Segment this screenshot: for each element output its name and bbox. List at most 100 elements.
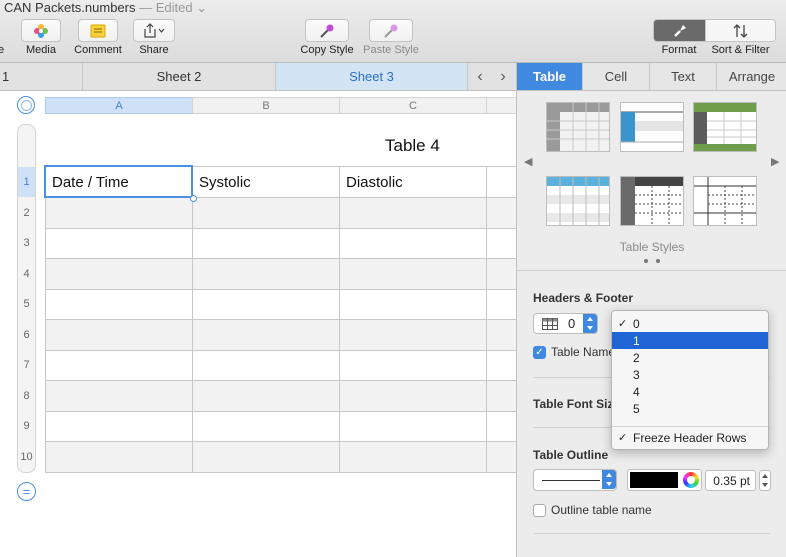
table-cell[interactable]	[487, 320, 516, 351]
table-cell[interactable]	[193, 381, 340, 412]
sheet-tab-sheet-3[interactable]: Sheet 3	[276, 63, 468, 90]
table-cell[interactable]	[340, 442, 487, 473]
column-header-a[interactable]: A	[45, 97, 193, 114]
table-cell[interactable]	[340, 381, 487, 412]
table-cell[interactable]	[193, 259, 340, 290]
table-cell[interactable]	[487, 381, 516, 412]
table-cell[interactable]	[46, 442, 193, 473]
table-cell[interactable]	[340, 411, 487, 442]
select-table-handle-icon[interactable]	[17, 96, 35, 114]
table-cell[interactable]	[487, 290, 516, 320]
menu-item-3[interactable]: 3	[612, 366, 768, 383]
table-cell[interactable]	[46, 289, 193, 320]
table-cell[interactable]	[46, 228, 193, 259]
row-header-4[interactable]: 4	[18, 259, 35, 289]
outline-color-well[interactable]	[627, 469, 702, 491]
sort-filter-button[interactable]	[705, 20, 775, 41]
row-header-7[interactable]: 7	[18, 350, 35, 380]
table-cell[interactable]	[487, 167, 516, 198]
row-header-6[interactable]: 6	[18, 320, 35, 350]
table-cell[interactable]	[340, 228, 487, 259]
color-wheel-icon[interactable]	[683, 472, 699, 488]
styles-prev-arrow-icon[interactable]: ◀	[524, 155, 532, 168]
table-style-green[interactable]	[693, 102, 757, 152]
row-header-10[interactable]: 10	[18, 442, 35, 472]
tab-arrange[interactable]: Arrange	[717, 63, 786, 90]
tab-text[interactable]: Text	[650, 63, 717, 90]
table-style-gray[interactable]	[546, 102, 610, 152]
menu-item-0[interactable]: ✓ 0	[612, 315, 768, 332]
table-cell[interactable]	[46, 381, 193, 412]
share-button[interactable]	[133, 19, 175, 42]
tab-cell[interactable]: Cell	[583, 63, 650, 90]
column-header-c[interactable]: C	[339, 97, 487, 114]
row-header-3[interactable]: 3	[18, 228, 35, 258]
table-name-checkbox[interactable]: ✓	[533, 346, 546, 359]
table-cell[interactable]	[193, 289, 340, 320]
copy-style-button[interactable]	[305, 19, 349, 42]
table-cell[interactable]	[46, 198, 193, 229]
table-cell[interactable]	[193, 411, 340, 442]
outline-table-name-checkbox[interactable]	[533, 504, 546, 517]
table-cell[interactable]	[193, 198, 340, 229]
format-button[interactable]	[654, 20, 706, 41]
outline-width-field[interactable]: 0.35 pt	[705, 470, 756, 491]
sheet-tab-1[interactable]: 1	[0, 63, 83, 90]
title-chevron-icon[interactable]: ⌄	[196, 0, 207, 15]
table-cell[interactable]	[340, 198, 487, 229]
header-rows-stepper[interactable]: 0	[533, 313, 598, 334]
row-header-2[interactable]: 2	[18, 198, 35, 228]
tab-table[interactable]: Table	[517, 63, 583, 90]
cell-resize-handle-icon[interactable]	[190, 195, 197, 202]
styles-next-arrow-icon[interactable]: ▶	[771, 155, 779, 168]
table-cell[interactable]	[487, 229, 516, 259]
page-dot-1[interactable]	[644, 259, 648, 263]
sheet-next-arrow-icon[interactable]: ›	[492, 63, 514, 90]
comment-button[interactable]	[78, 19, 118, 42]
page-dot-2[interactable]	[656, 259, 660, 263]
sheet-prev-arrow-icon[interactable]: ‹	[469, 63, 491, 90]
row-header-9[interactable]: 9	[18, 411, 35, 441]
table-cell[interactable]	[487, 442, 516, 473]
column-header-d[interactable]	[486, 97, 516, 114]
media-button[interactable]	[21, 19, 61, 42]
menu-item-freeze-header-rows[interactable]: ✓ Freeze Header Rows	[612, 429, 768, 446]
table-cell[interactable]	[487, 412, 516, 442]
column-header-b[interactable]: B	[192, 97, 340, 114]
sheet-tab-sheet-2[interactable]: Sheet 2	[83, 63, 276, 90]
row-header-1[interactable]: 1	[18, 167, 35, 197]
toolbar-truncated-label[interactable]: e	[0, 44, 4, 56]
table-cell[interactable]	[340, 259, 487, 290]
table-cell[interactable]	[487, 198, 516, 229]
paste-style-button[interactable]	[369, 19, 413, 42]
table-cell[interactable]	[193, 228, 340, 259]
menu-item-1[interactable]: 1	[612, 332, 768, 349]
table-cell[interactable]	[487, 259, 516, 290]
table-style-light-blue[interactable]	[546, 176, 610, 226]
table-cell[interactable]	[46, 320, 193, 351]
row-header-5[interactable]: 5	[18, 289, 35, 319]
table-cell[interactable]	[487, 351, 516, 381]
table-cell-header[interactable]: Systolic	[193, 167, 340, 198]
menu-item-2[interactable]: 2	[612, 349, 768, 366]
table-style-plain-dotted[interactable]	[693, 176, 757, 226]
table-style-blue-column[interactable]	[620, 102, 684, 152]
menu-item-4[interactable]: 4	[612, 383, 768, 400]
row-header-8[interactable]: 8	[18, 381, 35, 411]
add-row-button-icon[interactable]: =	[17, 482, 36, 501]
table-cell[interactable]	[193, 442, 340, 473]
table-cell-header[interactable]: Diastolic	[340, 167, 487, 198]
outline-width-stepper-icon[interactable]	[759, 470, 771, 491]
table-cell[interactable]	[193, 320, 340, 351]
table-cell[interactable]	[340, 320, 487, 351]
outline-line-style-popup[interactable]	[533, 469, 617, 491]
table-cell[interactable]	[340, 350, 487, 381]
header-rows-stepper-arrows-icon[interactable]	[583, 314, 597, 333]
menu-item-5[interactable]: 5	[612, 400, 768, 417]
table-cell[interactable]	[193, 350, 340, 381]
table-cell[interactable]	[46, 259, 193, 290]
table-title[interactable]: Table 4	[385, 136, 440, 156]
table-cell[interactable]	[46, 411, 193, 442]
table-cell[interactable]	[46, 350, 193, 381]
table-cell[interactable]	[340, 289, 487, 320]
